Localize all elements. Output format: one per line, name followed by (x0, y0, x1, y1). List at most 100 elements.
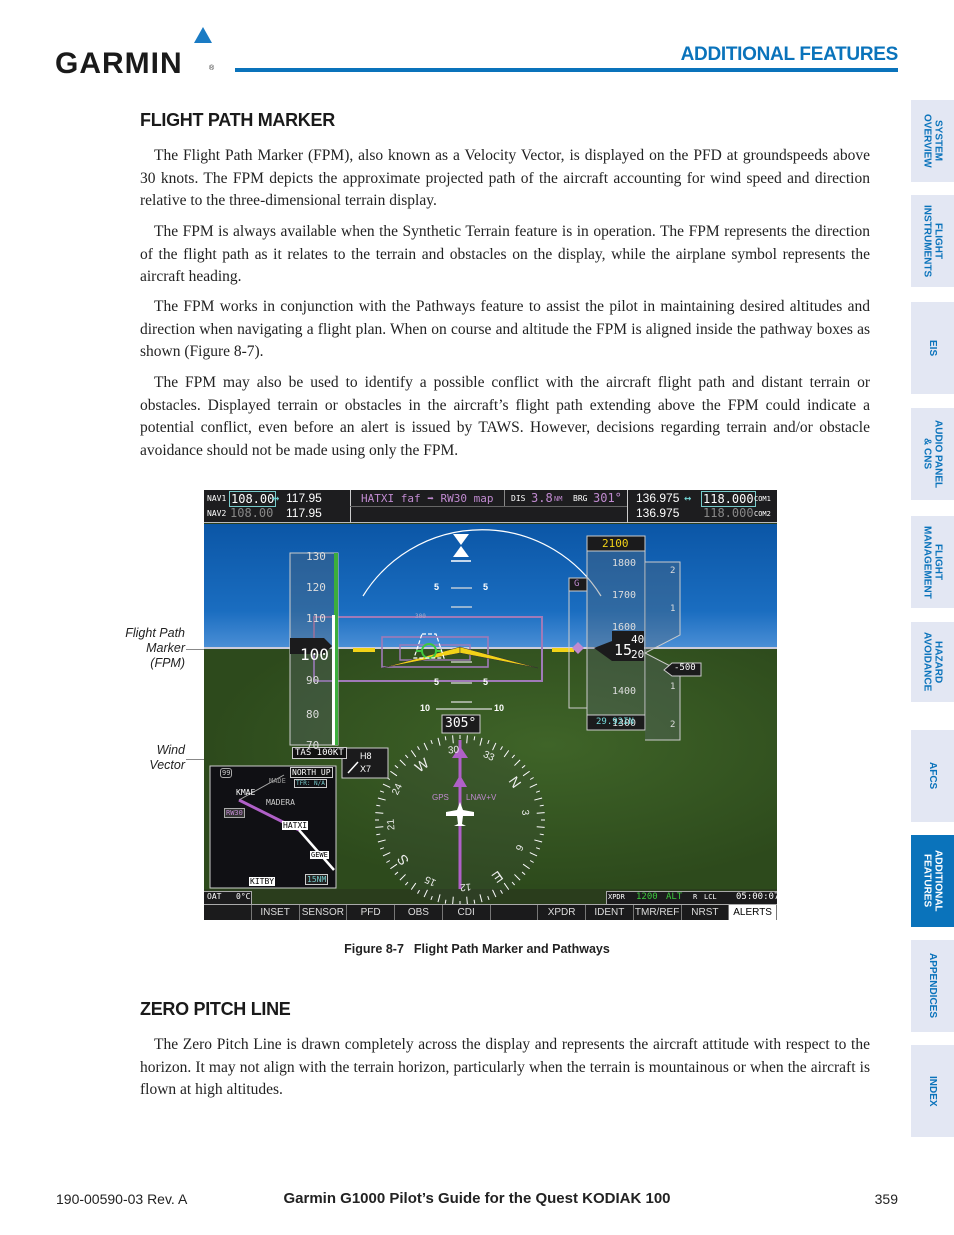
paragraph: The Zero Pitch Line is drawn completely … (140, 1036, 870, 1098)
page-number: 359 (874, 1191, 898, 1207)
tab-afcs[interactable]: AFCS (911, 730, 954, 822)
map-label: GEWE (310, 851, 329, 859)
compass-tick (376, 833, 381, 836)
paragraph: The FPM works in conjunction with the Pa… (140, 298, 870, 360)
altitude-tick-label: 1400 (612, 686, 637, 697)
map-label: 99 (220, 768, 233, 778)
compass-label: 12 (459, 880, 472, 893)
pitch-label: 5 (483, 582, 489, 592)
paragraph: The FPM is always available when the Syn… (140, 223, 870, 285)
pathway-box-near (313, 616, 543, 682)
xpdr-label: XPDR (608, 893, 625, 901)
softkey-obs[interactable]: OBS (395, 905, 443, 920)
tab-label: FLIGHT MANAGEMENT (921, 525, 944, 599)
tab-label: AFCS (927, 762, 938, 790)
callout-wind: Wind Vector (149, 743, 185, 772)
wind-headwind: H8 (360, 751, 372, 761)
airspeed-tick-label: 120 (306, 581, 326, 594)
xpdr-mode: ALT (666, 892, 683, 902)
glideslope-diamond-icon (572, 642, 584, 654)
compass-label: 21 (385, 818, 398, 831)
roll-index-icon (453, 546, 469, 557)
pathway-altitude-label: 300 (415, 613, 426, 620)
compass-tick (444, 736, 447, 741)
tab-label: APPENDICES (927, 953, 938, 1019)
tab-hazard-avoidance[interactable]: HAZARD AVOIDANCE (911, 622, 954, 702)
altitude-tick-label: 1700 (612, 590, 637, 601)
airspeed-readout: 100 (300, 645, 329, 664)
vsi-tick-label: 1 (670, 682, 676, 692)
tab-additional-features[interactable]: ADDITIONAL FEATURES (911, 835, 954, 927)
vsi-scale (643, 561, 681, 741)
softkey-bar: INSET SENSOR PFD OBS CDI XPDR IDENT TMR/REF NRST… (204, 904, 777, 920)
softkey-ident[interactable]: IDENT (586, 905, 634, 920)
tab-system-overview[interactable]: SYSTEM OVERVIEW (911, 100, 954, 182)
softkey-pfd[interactable]: PFD (347, 905, 395, 920)
garmin-logo: GARMIN ® (55, 27, 220, 80)
tab-label: AUDIO PANEL & CNS (921, 419, 944, 489)
softkey-sensor[interactable]: SENSOR (300, 905, 348, 920)
map-label: RW30 (224, 808, 245, 818)
map-label: MADE (269, 777, 286, 785)
heading-readout: 305° (445, 716, 477, 731)
softkey-blank[interactable] (491, 905, 539, 920)
tab-audio-panel-cns[interactable]: AUDIO PANEL & CNS (911, 408, 954, 500)
baro-setting[interactable]: 29.92IN (596, 717, 634, 727)
altitude-readout: 15 (614, 641, 633, 659)
softkey-xpdr[interactable]: XPDR (538, 905, 586, 920)
compass-tick (375, 826, 384, 828)
softkey-nrst[interactable]: NRST (682, 905, 730, 920)
airspeed-tick-label: 90 (306, 674, 320, 687)
airspeed-tick-label: 130 (306, 550, 326, 563)
compass-tick (452, 735, 454, 744)
softkey-alerts[interactable]: ALERTS (729, 905, 777, 920)
heading-zero-pitch-line: ZERO PITCH LINE (140, 999, 291, 1019)
softkey-blank[interactable] (204, 905, 252, 920)
selected-altitude[interactable]: 2100 (602, 537, 629, 550)
altitude-rolling-digit: 20 (631, 648, 645, 661)
map-label: MADERA (266, 798, 295, 807)
softkey-tmr-ref[interactable]: TMR/REF (634, 905, 682, 920)
vsi-tick-label: 2 (670, 720, 676, 730)
compass-tick (536, 812, 545, 814)
compass-tick (473, 736, 476, 741)
map-orientation[interactable]: NORTH UP (290, 767, 333, 778)
map-tfr-status: TFR: N/A (294, 779, 327, 788)
section-title: ADDITIONAL FEATURES (680, 44, 899, 65)
tab-flight-management[interactable]: FLIGHT MANAGEMENT (911, 516, 954, 608)
pitch-label: 10 (494, 703, 505, 713)
airspeed-tick-label: 110 (306, 612, 326, 625)
tab-label: SYSTEM OVERVIEW (921, 114, 944, 168)
tab-label: HAZARD AVOIDANCE (921, 632, 944, 692)
compass-label: 3 (518, 809, 531, 816)
figure-number: Figure 8-7 (344, 942, 404, 956)
tab-index[interactable]: INDEX (911, 1045, 954, 1137)
softkey-cdi[interactable]: CDI (443, 905, 491, 920)
paragraph: The Flight Path Marker (FPM), also known… (140, 147, 870, 209)
aircraft-symbol-left-bar (353, 648, 375, 652)
glideslope-label: G (574, 579, 580, 589)
tab-eis[interactable]: EIS (911, 302, 954, 394)
pitch-label: 5 (434, 582, 440, 592)
time-label: LCL (704, 893, 717, 901)
roll-arc (362, 529, 602, 597)
tab-label: INDEX (927, 1075, 938, 1107)
softkey-inset[interactable]: INSET (252, 905, 300, 920)
xpdr-code: 1200 (636, 892, 658, 902)
aircraft-symbol-right-wing (459, 646, 539, 669)
pfd-figure: NAV1 108.00 ↔ 117.95 NAV2 108.00 117.95 … (204, 490, 777, 920)
pitch-label: 5 (483, 677, 489, 687)
local-time: 05:00:07 (736, 892, 777, 902)
compass-tick (539, 804, 544, 807)
tab-label: EIS (927, 339, 938, 357)
pitch-label: 10 (420, 703, 431, 713)
altitude-tick-label: 1800 (612, 558, 637, 569)
map-range[interactable]: 15NM (305, 874, 329, 885)
aircraft-symbol-right-bar (552, 648, 574, 652)
compass-tick (536, 826, 545, 828)
map-label: HATXI (282, 821, 309, 830)
vertical-speed: -500 (674, 663, 696, 673)
tab-flight-instruments[interactable]: FLIGHT INSTRUMENTS (911, 195, 954, 287)
xpdr-reply: R (693, 893, 698, 901)
true-airspeed: TAS 100KT (292, 747, 347, 759)
